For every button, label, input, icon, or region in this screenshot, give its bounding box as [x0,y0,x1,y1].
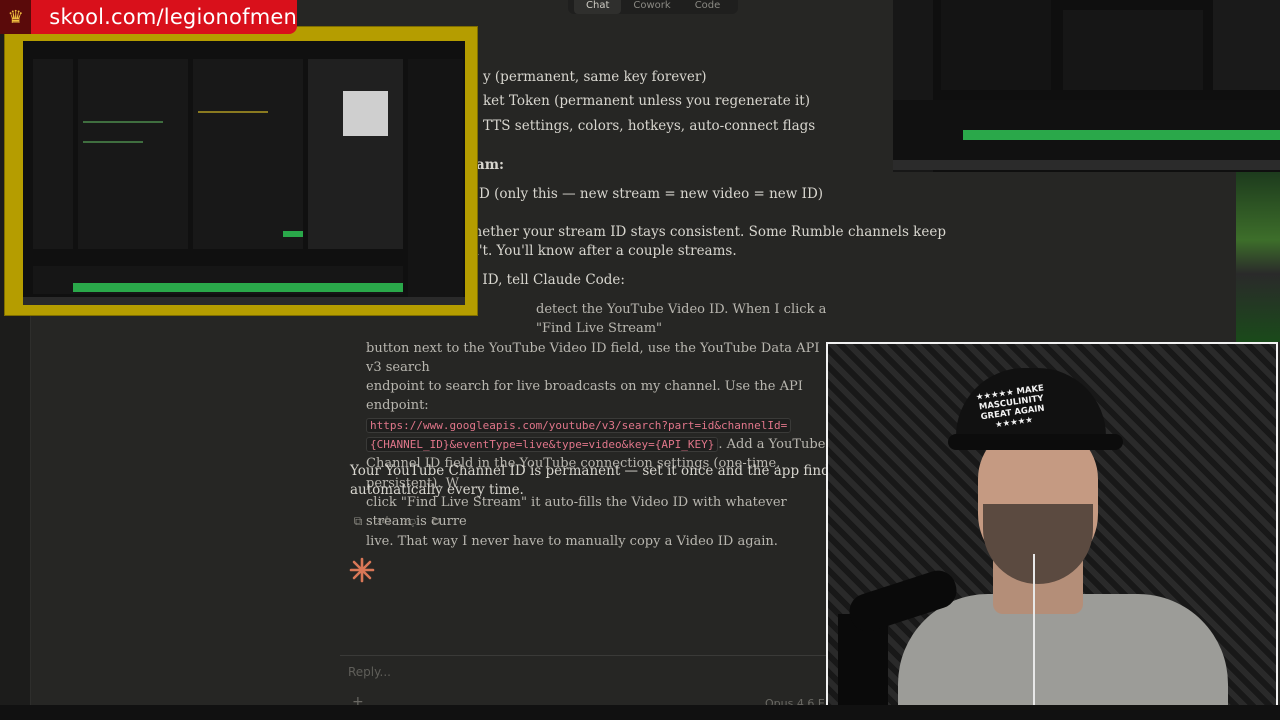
bullet-api-key: y (permanent, same key forever) [483,69,707,85]
tab-cowork[interactable]: Cowork [621,0,682,14]
screen-share-preview [4,26,478,316]
banner-url: skool.com/legionofmen [49,5,297,29]
copy-icon[interactable]: ⧉ [350,513,366,529]
paragraph-line: whether your stream ID stays consistent.… [462,224,946,240]
prompt-line: endpoint to search for live broadcasts o… [366,379,803,414]
code-endpoint: https://www.googleapis.com/youtube/v3/se… [366,417,792,433]
screen-share-content [23,41,465,305]
promo-banner: ♛ skool.com/legionofmen [0,0,297,34]
thumbs-down-icon[interactable]: 👎︎ [402,513,418,529]
paragraph-line: eo ID, tell Claude Code: [462,272,625,288]
claude-spark-icon [349,557,375,583]
final-paragraph: automatically every time. [350,482,524,498]
section-heading: am: [476,157,505,173]
background-plant [1236,172,1280,342]
bullet-socket-token: ket Token (permanent unless you regenera… [483,93,810,109]
bullet-tts-settings: TTS settings, colors, hotkeys, auto-conn… [483,118,816,134]
webcam-overlay: ★★★★★ MAKE MASCULINITY GREAT AGAIN ★★★★★ [826,342,1278,720]
mode-tabs: Chat Cowork Code [568,0,739,14]
code-endpoint: {CHANNEL_ID}&eventType=live&type=video&k… [366,437,719,453]
prompt-line: live. That way I never have to manually … [366,533,778,549]
thumbs-up-icon[interactable]: 👍︎ [376,513,392,529]
tab-chat[interactable]: Chat [574,0,622,14]
tab-code[interactable]: Code [683,0,733,14]
dock-bar [23,297,465,305]
prompt-line: . Add a YouTube [718,437,826,453]
message-actions: ⧉ 👍︎ 👎︎ ↻ [350,513,444,529]
screen-capture-top-right [893,0,1280,172]
bullet-video-id: D (only this — new stream = new video = … [479,186,824,202]
bottom-band [0,705,1280,720]
prompt-line: button next to the YouTube Video ID fiel… [366,340,820,375]
logo-icon: ♛ [0,0,32,34]
retry-icon[interactable]: ↻ [428,513,444,529]
reply-input[interactable]: Reply... [348,665,391,679]
paragraph-line: on't. You'll know after a couple streams… [462,243,737,259]
